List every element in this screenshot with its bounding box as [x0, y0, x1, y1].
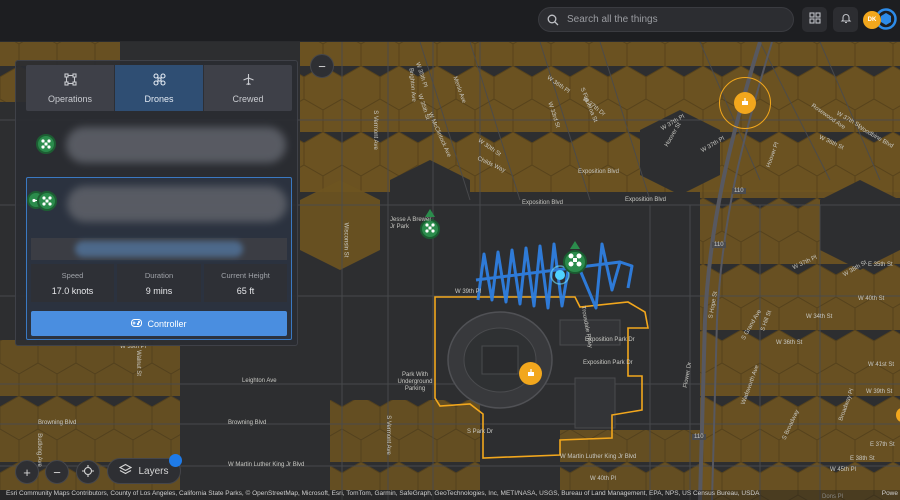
alert-flag-icon	[740, 94, 750, 112]
duration-stat: Duration 9 mins	[117, 264, 201, 302]
drone-status-icon	[36, 134, 56, 154]
powered-by[interactable]: Powe	[882, 490, 898, 497]
panel-collapse-button[interactable]: −	[310, 54, 334, 78]
drone-marker[interactable]	[563, 250, 587, 274]
redacted-drone-detail	[75, 241, 243, 257]
gamepad-icon	[131, 318, 143, 329]
drone-panel: Operations Drones Crewed Speed 17.0 knot…	[15, 60, 298, 346]
layers-label: Layers	[138, 465, 169, 477]
tab-label: Drones	[144, 93, 174, 104]
stat-label: Duration	[144, 270, 174, 280]
tab-drones[interactable]: Drones	[115, 65, 204, 111]
stat-value: 9 mins	[145, 285, 173, 296]
drone-icon	[152, 72, 166, 88]
user-avatar[interactable]: DK	[863, 11, 881, 29]
tab-label: Operations	[47, 93, 93, 104]
apps-grid-button[interactable]	[802, 7, 827, 32]
plus-icon: +	[23, 464, 31, 480]
app-root: DK	[0, 0, 900, 500]
alert-flag-icon	[526, 365, 536, 383]
bell-icon	[840, 11, 852, 29]
stat-value: 65 ft	[236, 285, 255, 296]
minus-icon: −	[318, 58, 326, 74]
tab-label: Crewed	[232, 93, 264, 104]
search-icon	[539, 7, 567, 32]
minus-icon: −	[53, 464, 61, 480]
panel-tabs: Operations Drones Crewed	[26, 65, 292, 111]
drone-status-icon	[37, 191, 57, 211]
drone-heading-indicator	[570, 241, 580, 249]
redacted-drone-name	[66, 127, 286, 163]
tab-operations[interactable]: Operations	[26, 65, 115, 111]
operator-heading-indicator	[425, 209, 435, 217]
zoom-in-button[interactable]: +	[15, 460, 39, 484]
drone-list-item[interactable]	[26, 121, 292, 169]
locate-button[interactable]	[76, 460, 100, 484]
incident-marker-stadium[interactable]	[519, 362, 542, 385]
zoom-out-button[interactable]: −	[45, 460, 69, 484]
speed-stat: Speed 17.0 knots	[31, 264, 114, 302]
drone-icon	[568, 253, 582, 272]
search-bar[interactable]	[538, 7, 794, 32]
grid-icon	[808, 11, 821, 29]
layers-indicator-dot	[169, 454, 182, 467]
airplane-icon	[242, 73, 255, 88]
operator-marker[interactable]	[420, 219, 440, 239]
stat-label: Current Height	[221, 270, 270, 280]
frame-icon	[63, 72, 77, 88]
redacted-drone-name	[67, 186, 287, 222]
map-attribution[interactable]: Esri Community Maps Contributors, County…	[0, 490, 900, 500]
search-input[interactable]	[567, 14, 793, 25]
notifications-button[interactable]	[833, 7, 858, 32]
drone-detail-bar	[31, 238, 287, 260]
layers-icon	[119, 463, 133, 479]
selected-drone-card[interactable]: Speed 17.0 knots Duration 9 mins Current…	[26, 177, 292, 340]
stat-label: Speed	[61, 270, 84, 280]
incident-marker-northeast[interactable]	[734, 92, 756, 114]
height-stat: Current Height 65 ft	[204, 264, 287, 302]
tab-crewed[interactable]: Crewed	[204, 65, 292, 111]
stat-value: 17.0 knots	[51, 285, 94, 296]
controller-button[interactable]: Controller	[31, 311, 287, 336]
controller-label: Controller	[147, 318, 187, 329]
top-bar: DK	[0, 0, 900, 42]
crosshair-icon	[82, 464, 94, 480]
operator-icon	[425, 220, 435, 238]
